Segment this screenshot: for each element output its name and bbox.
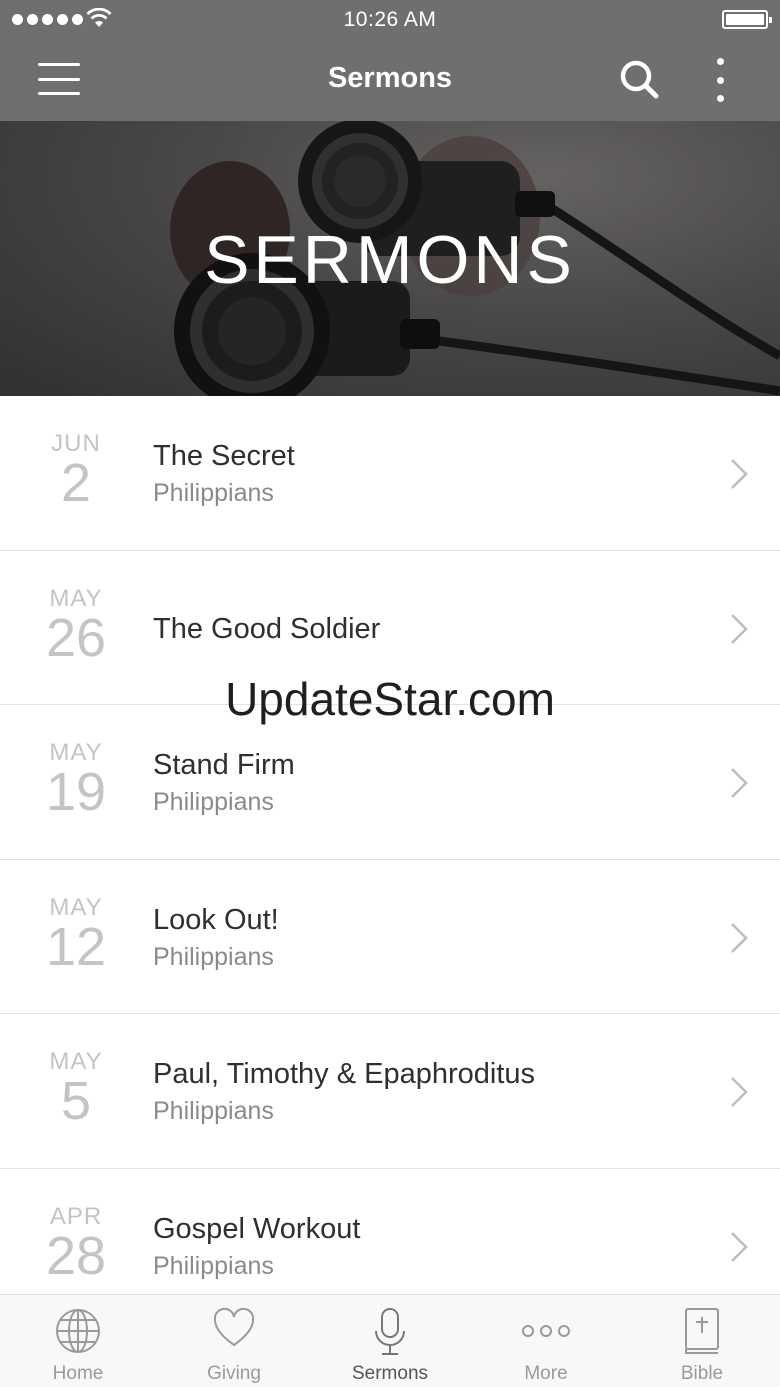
chevron-right-icon bbox=[731, 1077, 748, 1107]
sermon-day: 5 bbox=[60, 1071, 92, 1131]
chevron-right-icon bbox=[731, 922, 748, 953]
tab-bar: Home Giving Sermons More Bible bbox=[0, 1294, 780, 1387]
sermon-title: Paul, Timothy & Epaphroditus bbox=[153, 1058, 536, 1090]
heart-icon bbox=[213, 1307, 255, 1347]
hero-title: SERMONS bbox=[204, 222, 576, 298]
tab-label: More bbox=[524, 1363, 568, 1384]
chevron-right-icon bbox=[731, 459, 748, 489]
tab-giving[interactable]: Giving bbox=[156, 1295, 312, 1387]
tab-label: Bible bbox=[680, 1363, 724, 1384]
tab-sermons[interactable]: Sermons bbox=[312, 1295, 468, 1387]
tab-label: Giving bbox=[207, 1363, 261, 1384]
globe-icon bbox=[56, 1309, 100, 1353]
battery-icon bbox=[722, 10, 772, 29]
sermon-title: The Secret bbox=[153, 440, 295, 472]
tab-home[interactable]: Home bbox=[0, 1295, 156, 1387]
sermon-info: The Good Soldier bbox=[153, 613, 710, 646]
sermon-info: Look Out! Philippians bbox=[153, 904, 710, 972]
sermon-row[interactable]: MAY 5 Paul, Timothy & Epaphroditus Phili… bbox=[0, 1014, 780, 1169]
sermon-info: The Secret Philippians bbox=[153, 440, 710, 508]
tab-bible[interactable]: Bible bbox=[624, 1295, 780, 1387]
sermon-title: Look Out! bbox=[153, 903, 279, 936]
status-bar: 10:26 AM bbox=[0, 0, 780, 40]
sermon-day: 26 bbox=[45, 607, 107, 668]
sermon-date: MAY 12 bbox=[22, 860, 130, 974]
sermon-date: APR 28 bbox=[22, 1169, 130, 1283]
sermon-title: Gospel Workout bbox=[153, 1212, 361, 1245]
chevron-right-icon bbox=[731, 768, 748, 798]
sermon-day: 19 bbox=[45, 762, 107, 822]
sermon-date: MAY 26 bbox=[22, 551, 130, 665]
hero-banner: SERMONS bbox=[0, 121, 780, 396]
sermon-info: Paul, Timothy & Epaphroditus Philippians bbox=[153, 1058, 710, 1126]
sermon-list: JUN 2 The Secret Philippians MAY 26 The … bbox=[0, 396, 780, 1323]
watermark: UpdateStar.com bbox=[225, 673, 555, 725]
sermon-series: Philippians bbox=[153, 788, 274, 816]
sermon-day: 12 bbox=[45, 916, 107, 977]
sermon-day: 28 bbox=[45, 1225, 107, 1286]
sermon-series: Philippians bbox=[153, 479, 274, 507]
sermon-info: Stand Firm Philippians bbox=[153, 749, 710, 817]
chevron-right-icon bbox=[731, 613, 748, 644]
sermon-date: JUN 2 bbox=[22, 396, 130, 510]
more-dots-icon bbox=[522, 1325, 570, 1337]
top-bar: 10:26 AM Sermons bbox=[0, 0, 780, 121]
sermon-series: Philippians bbox=[153, 1097, 274, 1125]
more-options-icon[interactable] bbox=[712, 58, 728, 102]
sermon-row[interactable]: MAY 19 Stand Firm Philippians bbox=[0, 705, 780, 860]
search-icon[interactable] bbox=[618, 58, 660, 100]
sermon-day: 2 bbox=[60, 453, 92, 513]
microphone-icon bbox=[375, 1308, 405, 1355]
bible-icon bbox=[685, 1308, 719, 1354]
tab-label: Home bbox=[52, 1363, 104, 1384]
app-bar: Sermons bbox=[0, 40, 780, 121]
sermon-date: MAY 5 bbox=[22, 1014, 130, 1128]
sermon-series: Philippians bbox=[153, 1251, 274, 1280]
sermon-title: Stand Firm bbox=[153, 749, 295, 781]
page-title: Sermons bbox=[327, 62, 453, 94]
sermon-title: The Good Soldier bbox=[153, 612, 381, 645]
tab-more[interactable]: More bbox=[468, 1295, 624, 1387]
tab-label: Sermons bbox=[351, 1363, 429, 1384]
sermon-row[interactable]: JUN 2 The Secret Philippians bbox=[0, 396, 780, 551]
sermon-series: Philippians bbox=[153, 942, 274, 971]
chevron-right-icon bbox=[731, 1231, 748, 1262]
sermon-info: Gospel Workout Philippians bbox=[153, 1213, 710, 1281]
status-time: 10:26 AM bbox=[343, 8, 437, 31]
sermon-row[interactable]: MAY 12 Look Out! Philippians bbox=[0, 860, 780, 1014]
